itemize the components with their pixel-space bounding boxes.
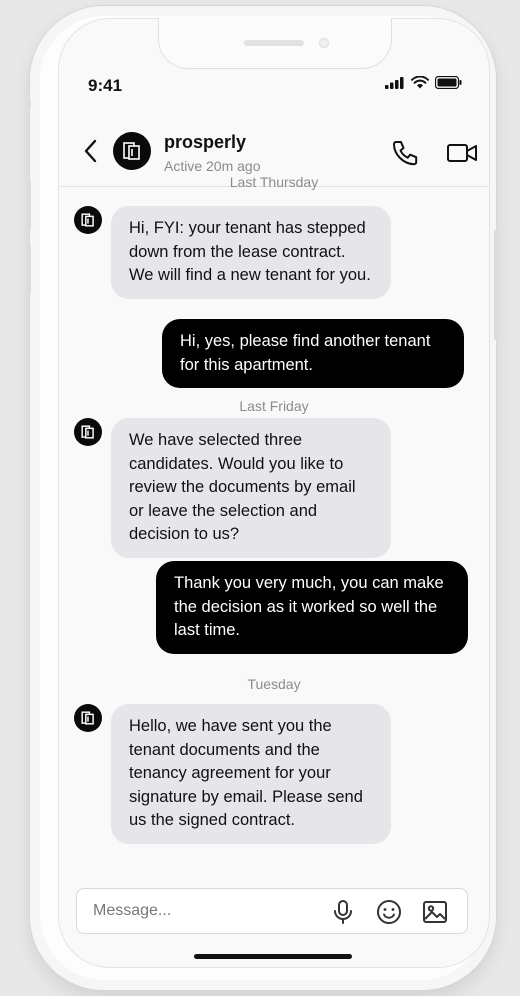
incoming-message: Hi, FYI: your tenant has stepped down fr… — [111, 206, 391, 299]
smiley-icon[interactable] — [375, 898, 403, 926]
contact-name[interactable]: prosperly — [164, 132, 246, 153]
incoming-message: Hello, we have sent you the tenant docum… — [111, 704, 391, 844]
status-time: 9:41 — [88, 76, 123, 95]
prosperly-logo-icon — [81, 711, 94, 725]
side-button — [494, 230, 498, 340]
battery-icon — [435, 76, 462, 89]
prosperly-logo-icon — [81, 213, 94, 227]
status-icons — [385, 76, 462, 89]
message-avatar — [74, 206, 102, 234]
outgoing-message: Hi, yes, please find another tenant for … — [162, 319, 464, 388]
speaker — [244, 40, 304, 46]
message-avatar — [74, 704, 102, 732]
message-avatar — [74, 418, 102, 446]
date-divider: Last Thursday — [229, 174, 319, 190]
signal-icon — [385, 76, 404, 89]
incoming-message: We have selected three candidates. Would… — [111, 418, 391, 558]
wifi-icon — [411, 76, 429, 89]
chevron-left-icon[interactable] — [80, 138, 102, 164]
message-input[interactable] — [93, 889, 313, 933]
video-camera-icon[interactable] — [446, 140, 478, 166]
phone-icon[interactable] — [390, 138, 420, 168]
prosperly-logo-icon — [81, 425, 94, 439]
image-icon[interactable] — [421, 898, 449, 926]
date-divider: Last Friday — [239, 398, 309, 414]
contact-avatar[interactable] — [113, 132, 151, 170]
side-button — [27, 180, 31, 230]
home-indicator[interactable] — [194, 954, 352, 959]
phone-screen: 9:41 prosperly Active 20m ago Last Thurs… — [58, 18, 490, 968]
outgoing-message: Thank you very much, you can make the de… — [156, 561, 468, 654]
date-divider: Tuesday — [247, 676, 301, 692]
contact-status: Active 20m ago — [164, 158, 261, 174]
side-button — [27, 100, 31, 108]
front-camera — [319, 38, 329, 48]
prosperly-logo-icon — [123, 142, 140, 160]
message-composer — [76, 888, 468, 934]
notch — [158, 18, 392, 69]
microphone-icon[interactable] — [329, 898, 357, 926]
side-button — [27, 245, 31, 295]
